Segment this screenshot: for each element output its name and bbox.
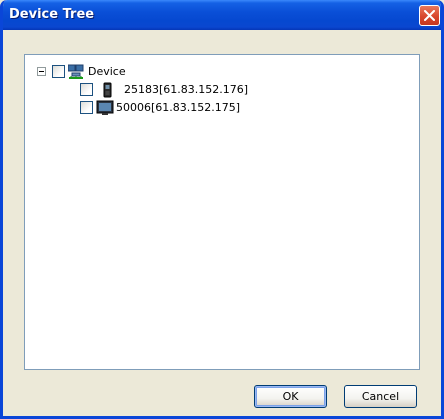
tree-node-root[interactable]: Device	[37, 63, 126, 80]
title-bar[interactable]: Device Tree	[3, 0, 441, 30]
collapse-toggle-icon[interactable]	[37, 67, 46, 76]
tree-node-label: Device	[88, 65, 126, 78]
cancel-button[interactable]: Cancel	[344, 385, 417, 408]
device-tree-dialog: Device Tree Device 25183[61.83.152.176] …	[0, 0, 444, 419]
tree-node-label: 25183[61.83.152.176]	[124, 83, 249, 96]
device-tree[interactable]: Device 25183[61.83.152.176] 50006[61.83.…	[24, 54, 420, 370]
window-title: Device Tree	[9, 7, 95, 22]
tree-node-device[interactable]: 50006[61.83.152.175]	[80, 99, 240, 116]
tree-node-device[interactable]: 25183[61.83.152.176]	[80, 81, 248, 98]
close-icon	[424, 10, 435, 21]
tree-node-label: 50006[61.83.152.175]	[116, 101, 241, 114]
network-devices-icon	[67, 64, 84, 80]
terminal-device-icon	[100, 82, 116, 98]
close-button[interactable]	[419, 5, 440, 26]
checkbox-root[interactable]	[52, 65, 65, 78]
checkbox-device[interactable]	[80, 101, 93, 114]
checkbox-device[interactable]	[80, 83, 93, 96]
monitor-device-icon	[96, 100, 114, 116]
ok-button[interactable]: OK	[254, 385, 327, 408]
